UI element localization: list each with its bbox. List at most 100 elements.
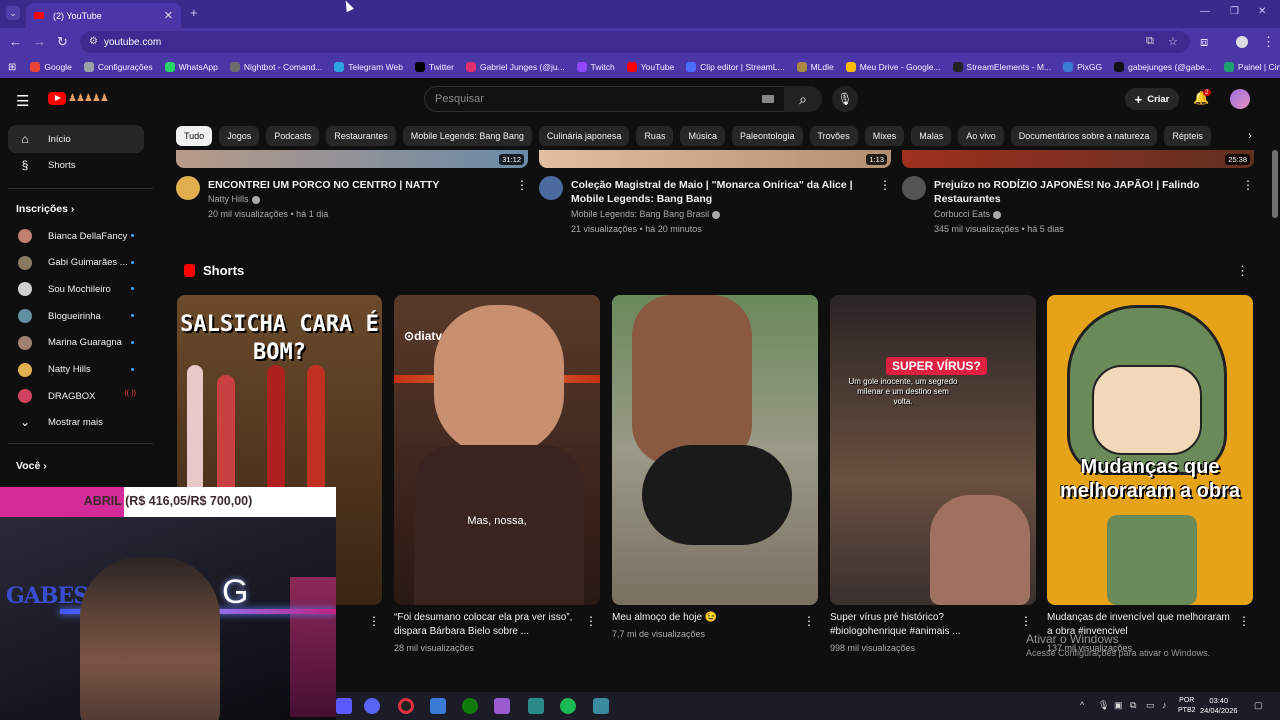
- network-icon[interactable]: ▭: [1146, 700, 1155, 711]
- language-indicator[interactable]: POR PTB2: [1178, 696, 1196, 716]
- video-thumbnail[interactable]: 31:12: [176, 150, 528, 168]
- filter-chip[interactable]: Malas: [911, 126, 952, 146]
- bookmark-item[interactable]: Twitter: [414, 62, 454, 72]
- bookmark-item[interactable]: Gabriel Junges (@ju...: [465, 62, 565, 72]
- bookmark-star-icon[interactable]: ☆: [1168, 35, 1178, 48]
- show-more-button[interactable]: ⌄ Mostrar mais: [8, 408, 144, 436]
- filter-chip[interactable]: Podcasts: [266, 126, 320, 146]
- menu-kebab-icon[interactable]: ⋮: [1262, 34, 1275, 50]
- create-button[interactable]: + Criar: [1125, 88, 1179, 110]
- video-title[interactable]: ENCONTREI UM PORCO NO CENTRO | NATTY: [208, 178, 508, 192]
- taskbar-app-icon[interactable]: [336, 698, 352, 714]
- voice-search-button[interactable]: 🎙: [832, 86, 858, 112]
- sidebar-item-shorts[interactable]: § Shorts: [8, 151, 144, 179]
- sidebar-subscription-item[interactable]: Gabi Guimarães ...: [8, 249, 144, 277]
- reload-icon[interactable]: ↻: [57, 34, 68, 50]
- more-options-icon[interactable]: ⋮: [1242, 178, 1254, 192]
- tray-app-icon[interactable]: ⧉: [1130, 700, 1136, 711]
- back-icon[interactable]: ←: [9, 34, 22, 49]
- bookmark-item[interactable]: gabejunges (@gabe...: [1114, 62, 1212, 72]
- short-more-options-icon[interactable]: ⋮: [803, 614, 815, 628]
- close-tab-icon[interactable]: ✕: [164, 9, 173, 22]
- filter-chip[interactable]: Répteis: [1164, 126, 1211, 146]
- bookmark-item[interactable]: StreamElements - M...: [952, 62, 1051, 72]
- volume-icon[interactable]: ♪: [1162, 700, 1167, 710]
- bookmark-item[interactable]: Configurações: [83, 62, 153, 72]
- bookmark-item[interactable]: Painel | Cinefy: [1223, 62, 1280, 72]
- sidebar-subscription-item[interactable]: Sou Mochileiro: [8, 275, 144, 303]
- more-options-icon[interactable]: ⋮: [516, 178, 528, 192]
- channel-avatar[interactable]: [176, 176, 200, 200]
- sidebar-item-home[interactable]: ⌂ Início: [8, 125, 144, 153]
- bookmark-item[interactable]: Twitch: [576, 62, 615, 72]
- video-thumbnail[interactable]: 25:38: [902, 150, 1254, 168]
- short-thumbnail[interactable]: Mudanças que melhoraram a obra: [1047, 295, 1253, 605]
- bookmark-item[interactable]: PixGG: [1063, 62, 1102, 72]
- channel-avatar[interactable]: [902, 176, 926, 200]
- short-title[interactable]: “Foi desumano colocar ela pra ver isso”,…: [394, 611, 579, 639]
- short-thumbnail[interactable]: [612, 295, 818, 605]
- hamburger-menu-icon[interactable]: ☰: [16, 92, 29, 110]
- browser-tab-youtube[interactable]: (2) YouTube ✕: [26, 3, 181, 28]
- bookmark-item[interactable]: Telegram Web: [334, 62, 403, 72]
- filter-chip[interactable]: Jogos: [219, 126, 260, 146]
- filter-chip[interactable]: Culinária japonesa: [538, 126, 630, 146]
- youtube-logo[interactable]: ♟♟♟♟♟: [48, 92, 109, 105]
- filter-chip[interactable]: Tudo: [176, 126, 213, 146]
- short-more-options-icon[interactable]: ⋮: [1238, 614, 1250, 628]
- taskbar-clock[interactable]: 03:40 24/04/2026: [1200, 696, 1238, 716]
- discord-icon[interactable]: [364, 698, 380, 714]
- close-window-icon[interactable]: ✕: [1258, 6, 1266, 17]
- sidebar-subscription-item[interactable]: Marina Guaragna: [8, 329, 144, 357]
- short-more-options-icon[interactable]: ⋮: [368, 614, 380, 628]
- site-info-icon[interactable]: ⚙: [89, 36, 98, 47]
- bookmark-item[interactable]: MLdle: [796, 62, 834, 72]
- bookmark-item[interactable]: Google: [30, 62, 72, 72]
- short-more-options-icon[interactable]: ⋮: [1020, 614, 1032, 628]
- minimize-icon[interactable]: —: [1200, 6, 1210, 17]
- bookmark-item[interactable]: Nightbot - Comand...: [229, 62, 322, 72]
- bookmark-item[interactable]: Clip editor | StreamL...: [686, 62, 785, 72]
- taskbar-app-icon[interactable]: [430, 698, 446, 714]
- more-options-icon[interactable]: ⋮: [879, 178, 891, 192]
- notification-center-icon[interactable]: ▢: [1254, 700, 1263, 711]
- subscriptions-title[interactable]: Inscrições ›: [16, 203, 74, 215]
- account-avatar[interactable]: [1230, 89, 1250, 109]
- tab-search-button[interactable]: ⌄: [6, 6, 20, 20]
- search-input[interactable]: Pesquisar: [424, 86, 785, 112]
- install-app-icon[interactable]: ⧉: [1146, 35, 1154, 48]
- bookmark-item[interactable]: WhatsApp: [164, 62, 218, 72]
- video-title[interactable]: Coleção Magistral de Maio | "Monarca Oní…: [571, 178, 871, 206]
- extensions-icon[interactable]: ⧈: [1200, 34, 1208, 50]
- short-title[interactable]: Meu almoço de hoje 😉: [612, 611, 797, 625]
- bookmark-item[interactable]: Meu Drive - Google...: [845, 62, 941, 72]
- taskbar-app-icon[interactable]: [494, 698, 510, 714]
- filter-chip[interactable]: Mixes: [864, 126, 905, 146]
- taskbar-app-icon[interactable]: [593, 698, 609, 714]
- tray-chevron-icon[interactable]: ^: [1080, 700, 1084, 710]
- you-section-title[interactable]: Você ›: [16, 460, 47, 472]
- taskbar-app-icon[interactable]: [528, 698, 544, 714]
- apps-grid-icon[interactable]: ⊞: [8, 62, 16, 73]
- short-more-options-icon[interactable]: ⋮: [585, 614, 597, 628]
- xbox-icon[interactable]: [462, 698, 478, 714]
- channel-name[interactable]: Corbucci Eats: [934, 209, 1002, 219]
- short-title[interactable]: Super vírus pré histórico? #biologohenri…: [830, 611, 1015, 639]
- filter-chip[interactable]: Mobile Legends: Bang Bang: [402, 126, 532, 146]
- new-tab-button[interactable]: +: [190, 5, 198, 20]
- channel-avatar[interactable]: [539, 176, 563, 200]
- obs-icon[interactable]: [398, 698, 414, 714]
- video-thumbnail[interactable]: 1:13: [539, 150, 891, 168]
- filter-chip[interactable]: Ao vivo: [958, 126, 1004, 146]
- filter-chip[interactable]: Paleontologia: [731, 126, 803, 146]
- profile-icon[interactable]: [1236, 36, 1248, 48]
- filter-chip[interactable]: Ruas: [636, 126, 674, 146]
- short-thumbnail[interactable]: ⊙diatv Mas, nossa,: [394, 295, 600, 605]
- tray-mic-icon[interactable]: 🎙: [1098, 700, 1109, 711]
- spotify-icon[interactable]: [560, 698, 576, 714]
- filter-chip[interactable]: Música: [680, 126, 725, 146]
- page-scrollbar[interactable]: [1272, 150, 1278, 218]
- sidebar-subscription-item[interactable]: Blogueirinha: [8, 302, 144, 330]
- filter-chip[interactable]: Documentários sobre a natureza: [1010, 126, 1158, 146]
- forward-icon[interactable]: →: [33, 34, 46, 49]
